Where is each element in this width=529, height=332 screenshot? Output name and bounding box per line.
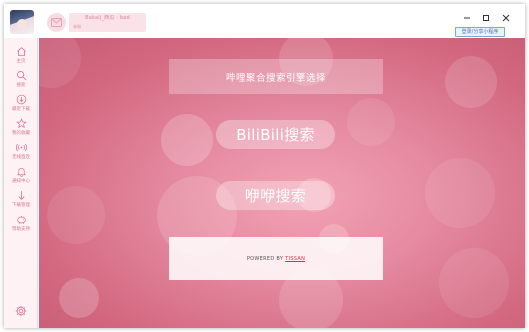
bokeh-decoration — [161, 114, 213, 166]
home-icon — [16, 47, 26, 57]
close-button[interactable] — [501, 13, 511, 23]
bokeh-decoration — [47, 186, 105, 244]
engine-select-heading: 哔哩聚合搜索引擎选择 — [169, 59, 383, 94]
bokeh-decoration — [39, 38, 81, 88]
user-status: 未知 — [73, 24, 81, 29]
powered-by-text: POWERED BY — [246, 255, 284, 262]
sidebar-item-label: 我的收藏 — [12, 131, 30, 136]
sidebar-item-favorites[interactable]: 我的收藏 — [4, 118, 38, 140]
gear-icon — [15, 305, 27, 317]
sidebar-item-label: 最近下载 — [12, 107, 30, 112]
arrow-down-icon — [17, 191, 25, 200]
powered-by-link[interactable]: TISSAN — [285, 256, 305, 262]
bokeh-decoration — [445, 56, 497, 108]
share-button[interactable]: 登录/分享小程序 — [455, 27, 505, 37]
minimize-icon — [464, 17, 470, 19]
main-content: 哔哩聚合搜索引擎选择 BiliBili搜索 咿咿搜索 POWERED BY TI… — [39, 38, 525, 328]
download-icon — [16, 94, 26, 105]
title-bar: Bakalj_西瓜 · bad 未知 登录/分享小程序 — [4, 4, 525, 38]
app-window: Bakalj_西瓜 · bad 未知 登录/分享小程序 主页 搜索 最近下载 我… — [4, 4, 525, 328]
mimi-search-button[interactable]: 咿咿搜索 — [216, 181, 335, 210]
maximize-button[interactable] — [481, 13, 491, 23]
sidebar-item-sponsor[interactable]: 赞助支持 — [4, 214, 38, 236]
bokeh-decoration — [425, 158, 495, 228]
sidebar-item-search[interactable]: 搜索 — [4, 70, 38, 92]
sidebar-item-recent-download[interactable]: 最近下载 — [4, 94, 38, 116]
sidebar-item-notifications[interactable]: 通知中心 — [4, 166, 38, 188]
sidebar-item-home[interactable]: 主页 — [4, 46, 38, 68]
bokeh-decoration — [347, 98, 395, 146]
sidebar-item-label: 下载管理 — [12, 203, 30, 208]
bilibili-search-button[interactable]: BiliBili搜索 — [216, 120, 335, 149]
bokeh-decoration — [439, 248, 509, 318]
sidebar-item-label: 搜索 — [16, 83, 26, 88]
sidebar-item-wireless[interactable]: 无线直连 — [4, 142, 38, 164]
bokeh-decoration — [59, 278, 99, 318]
powered-by-banner: POWERED BY TISSAN — [169, 237, 383, 280]
mail-icon[interactable] — [47, 13, 66, 32]
piggy-bank-icon — [16, 216, 26, 224]
sidebar-item-label: 通知中心 — [12, 179, 30, 184]
minimize-button[interactable] — [462, 13, 472, 23]
avatar[interactable] — [10, 10, 34, 34]
user-info-box[interactable]: Bakalj_西瓜 · bad 未知 — [69, 13, 146, 32]
wireless-icon — [15, 143, 27, 152]
user-name: Bakalj_西瓜 · bad — [85, 15, 130, 21]
sidebar: 主页 搜索 最近下载 我的收藏 无线直连 通知中心 下载管理 赞助支持 — [4, 38, 38, 328]
sidebar-item-label: 无线直连 — [12, 155, 30, 160]
sidebar-item-download-manager[interactable]: 下载管理 — [4, 190, 38, 212]
maximize-icon — [483, 15, 489, 21]
search-icon — [16, 71, 26, 81]
close-icon — [502, 14, 510, 22]
settings-button[interactable] — [15, 302, 27, 317]
bell-icon — [16, 167, 26, 177]
star-icon — [15, 118, 27, 129]
sidebar-item-label: 主页 — [16, 59, 26, 64]
sidebar-item-label: 赞助支持 — [12, 227, 30, 232]
